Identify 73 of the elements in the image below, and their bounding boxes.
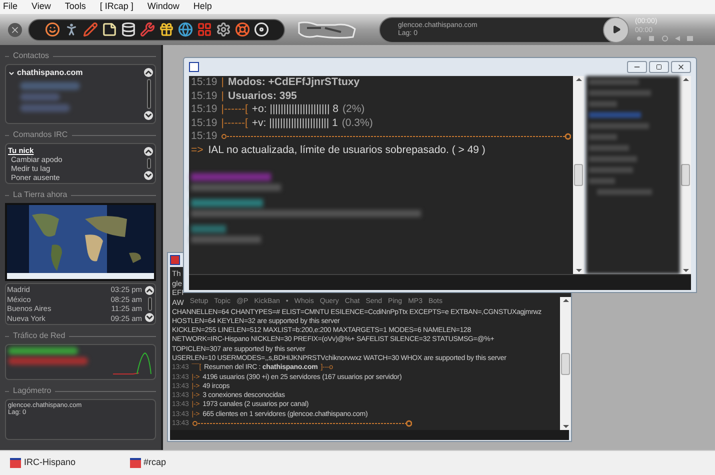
restore-button[interactable] <box>649 61 669 73</box>
scrollbar[interactable] <box>573 76 584 274</box>
input-field[interactable] <box>189 274 691 290</box>
scroll-down-button[interactable] <box>144 111 153 120</box>
window-icon <box>170 255 180 265</box>
separator-mark: | <box>221 76 224 90</box>
scroll-down-button[interactable] <box>144 171 153 180</box>
mode-line: Modos: +CdEFfJjnrSTtuxy <box>228 76 360 90</box>
window-icon <box>130 458 141 468</box>
scroll-thumb[interactable] <box>148 297 152 311</box>
close-icon[interactable] <box>8 22 22 36</box>
scroll-down-button[interactable] <box>145 313 154 322</box>
gift-icon[interactable] <box>158 22 174 37</box>
panel-heading: Lagómetro <box>13 385 52 397</box>
input-field[interactable] <box>170 430 569 440</box>
window-icon <box>10 458 21 468</box>
smiley-icon[interactable] <box>44 22 60 37</box>
mode-line: Usuarios: 395 <box>228 90 297 103</box>
taskbar-item[interactable]: IRC-Hispano <box>8 456 78 470</box>
timestamp: 15:19 <box>191 76 218 90</box>
scroll-thumb[interactable] <box>146 158 150 169</box>
menu-item[interactable]: File <box>3 0 18 14</box>
wrench-icon[interactable] <box>140 22 154 37</box>
gear-icon[interactable] <box>216 22 230 37</box>
window-icon <box>189 62 199 72</box>
user-count: +v: |||||||||||||||||||||| 1 <box>252 116 338 130</box>
menu-item[interactable]: View <box>32 0 51 14</box>
blurred-message <box>191 225 261 243</box>
globe-icon[interactable] <box>178 22 192 37</box>
timestamp: 15:19 <box>191 90 218 103</box>
menu-item[interactable]: Window <box>147 0 180 14</box>
pencil-icon[interactable] <box>82 22 98 37</box>
menu-item[interactable]: [ IRcap ] <box>100 0 134 14</box>
panel-heading: Comandos IRC <box>13 129 68 141</box>
taskbar-item[interactable]: #rcap <box>128 456 168 470</box>
scrollbar[interactable] <box>680 76 691 274</box>
grid-icon[interactable] <box>196 22 212 37</box>
panel-heading: Contactos <box>13 50 50 62</box>
percent-label: (0.3%) <box>342 116 373 130</box>
notice-line: IAL no actualizada, límite de usuarios sobrepasado. ( > 49 ) <box>208 144 486 157</box>
branch-mark: |------[ <box>221 116 248 130</box>
blurred-text <box>8 347 78 355</box>
media-pad[interactable] <box>603 16 629 42</box>
minimize-button[interactable] <box>627 61 647 73</box>
blurred-text <box>20 93 60 101</box>
percent-label: (2%) <box>342 103 365 116</box>
scroll-up-button[interactable] <box>144 147 153 156</box>
separator-mark: | <box>221 90 224 103</box>
timestamp: 15:19 <box>191 116 218 130</box>
menu-item[interactable]: Help <box>193 0 212 14</box>
scroll-thumb[interactable] <box>146 79 150 109</box>
play-icon[interactable] <box>612 25 620 34</box>
disc-icon[interactable] <box>254 22 268 37</box>
user-count: +o: |||||||||||||||||||||| 8 <box>252 103 338 116</box>
panel-heading: Tráfico de Red <box>13 330 66 342</box>
lifebuoy-icon[interactable] <box>234 22 250 37</box>
network-item[interactable]: chathispano.com <box>8 67 144 79</box>
blurred-text <box>20 82 80 90</box>
network-name: chathispano.com <box>17 67 83 79</box>
timestamp: 15:19 <box>191 130 218 144</box>
scrollbar[interactable] <box>560 297 571 430</box>
branch-mark: |------[ <box>221 103 248 116</box>
stack-icon[interactable] <box>120 22 136 37</box>
scroll-up-button[interactable] <box>144 68 153 77</box>
logo-drawing <box>297 18 357 40</box>
timestamp: 15:19 <box>191 103 218 116</box>
note-icon[interactable] <box>102 22 116 37</box>
scroll-up-button[interactable] <box>145 286 154 295</box>
expanded-icon[interactable] <box>8 70 15 76</box>
panel-heading: La Tierra ahora <box>13 189 68 201</box>
blurred-text <box>20 104 70 112</box>
arrow-mark: => <box>191 144 204 157</box>
menu-item[interactable]: Tools <box>64 0 86 14</box>
